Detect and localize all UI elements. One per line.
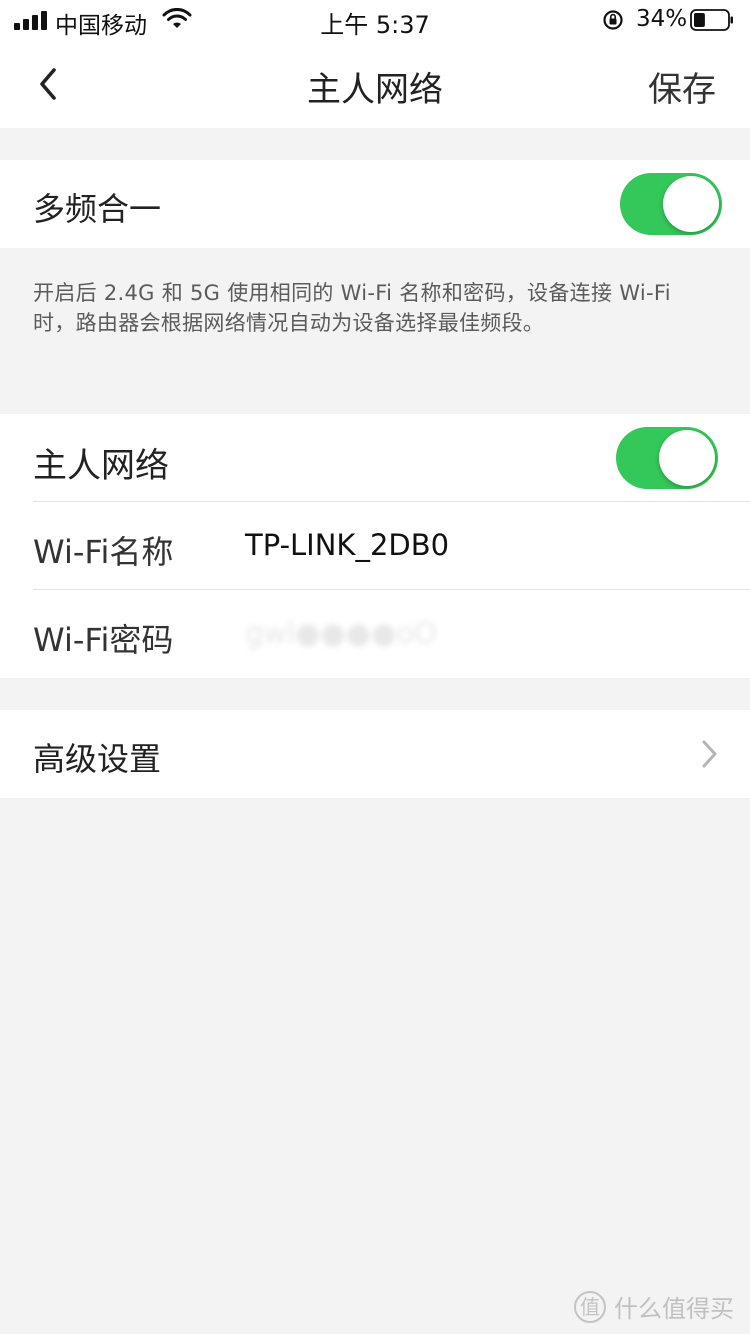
wifi-name-field[interactable]: TP-LINK_2DB0 (245, 528, 449, 562)
chevron-right-icon (702, 740, 717, 768)
host-network-toggle[interactable] (616, 427, 718, 489)
rotation-lock-icon (603, 10, 623, 30)
wifi-name-label: Wi-Fi名称 (33, 533, 174, 571)
wifi-password-field[interactable]: gwl●●●●oO (245, 616, 437, 650)
watermark-logo: 值 (574, 1290, 606, 1323)
toggle-knob (659, 430, 715, 486)
host-network-row: 主人网络 (0, 414, 750, 502)
battery-icon (690, 9, 733, 31)
nav-bar: 主人网络 保存 (0, 40, 750, 128)
page-title: 主人网络 (307, 70, 443, 110)
dual-band-card: 多频合一 (0, 160, 750, 248)
host-network-card: 主人网络 Wi-Fi名称 TP-LINK_2DB0 Wi-Fi密码 gwl●●●… (0, 414, 750, 678)
status-bar: 中国移动 上午 5:37 34% (0, 0, 750, 40)
advanced-settings-label: 高级设置 (33, 740, 162, 778)
watermark-text: 什么值得买 (614, 1295, 734, 1323)
save-button[interactable]: 保存 (648, 62, 716, 111)
dual-band-toggle[interactable] (620, 173, 722, 235)
advanced-settings-row[interactable]: 高级设置 (0, 710, 750, 798)
dual-band-description: 开启后 2.4G 和 5G 使用相同的 Wi-Fi 名称和密码，设备连接 Wi-… (33, 281, 671, 335)
battery-percent: 34% (636, 6, 688, 32)
host-network-label: 主人网络 (33, 446, 169, 486)
watermark: 值 什么值得买 (574, 1289, 734, 1324)
chevron-left-icon (40, 68, 56, 100)
dual-band-label: 多频合一 (33, 190, 162, 228)
back-button[interactable] (28, 62, 68, 106)
wifi-password-label: Wi-Fi密码 (33, 621, 174, 659)
wifi-password-row[interactable]: Wi-Fi密码 gwl●●●●oO (0, 590, 750, 678)
toggle-knob (663, 176, 719, 232)
wifi-name-row[interactable]: Wi-Fi名称 TP-LINK_2DB0 (0, 502, 750, 590)
